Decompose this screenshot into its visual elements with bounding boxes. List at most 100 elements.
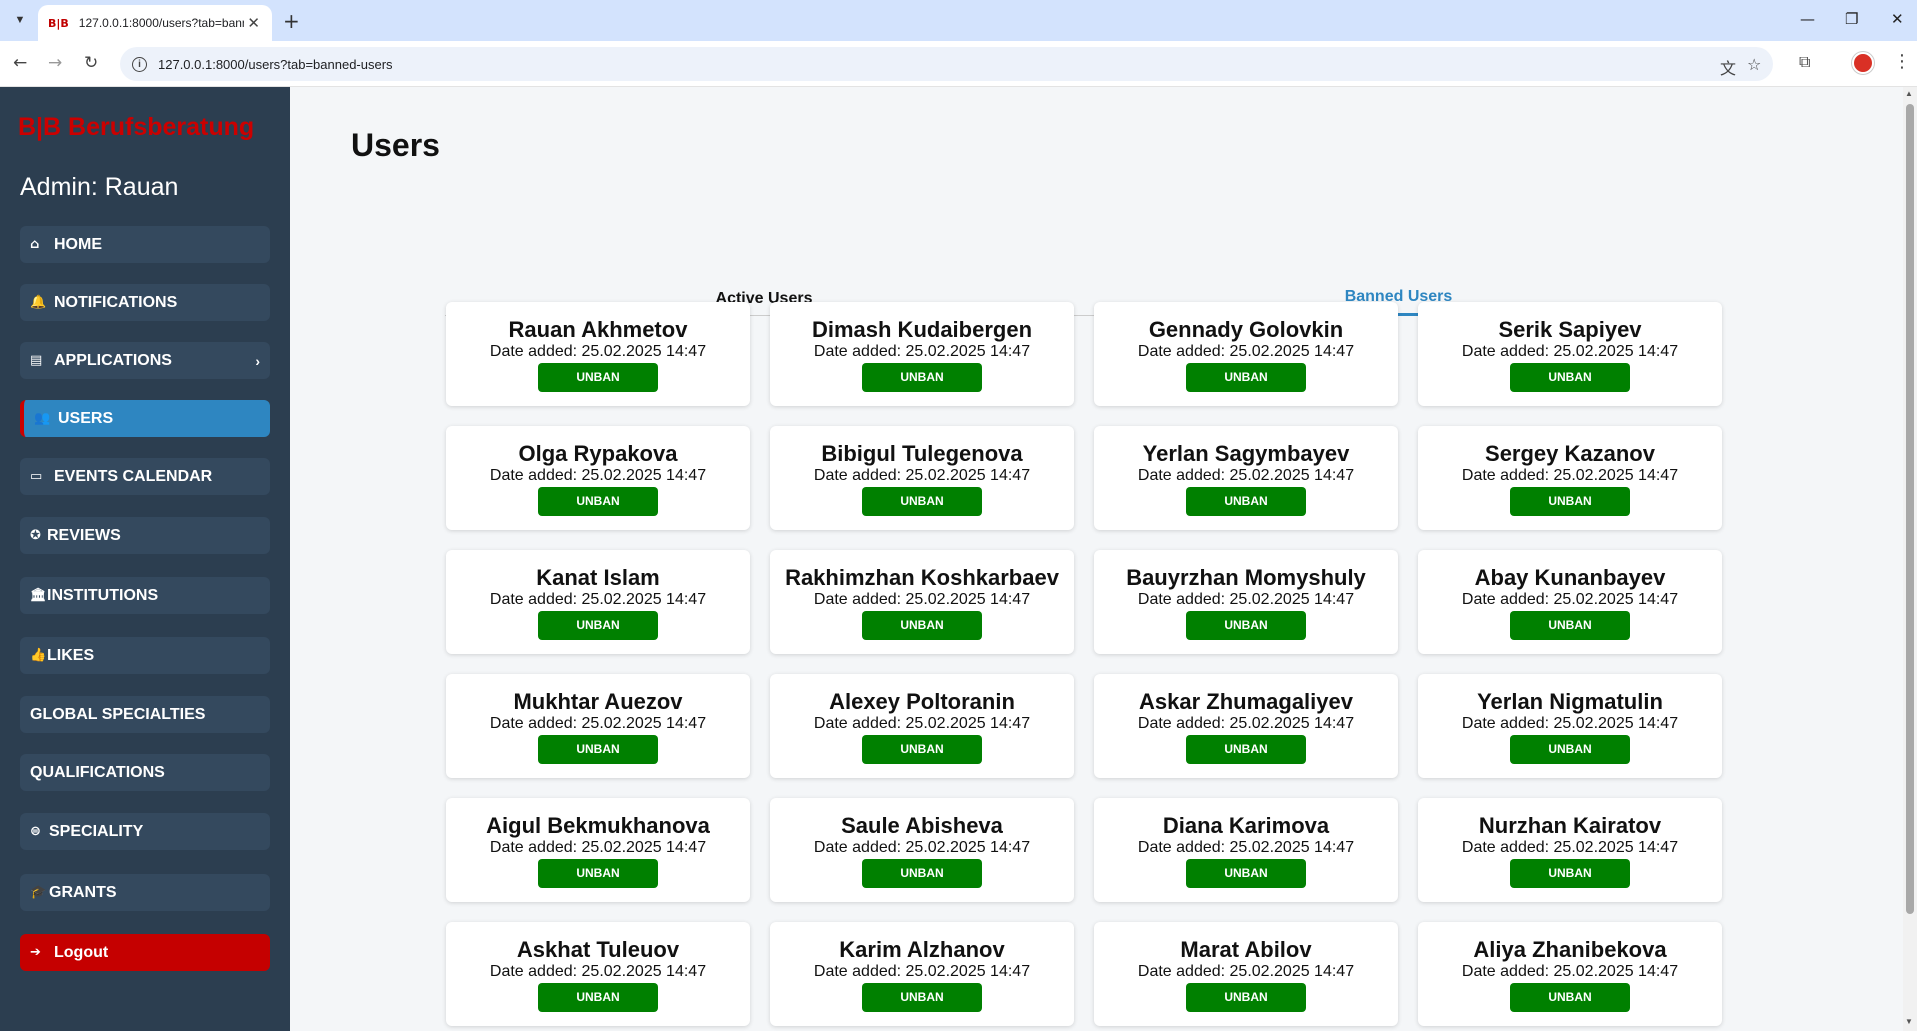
user-name: Bauyrzhan Momyshuly — [1126, 565, 1366, 590]
main-content: Users Active Users Banned Users Rauan Ak… — [290, 87, 1897, 1031]
user-name: Mukhtar Auezov — [513, 689, 683, 714]
sidebar-item-reviews[interactable]: ✪ REVIEWS — [20, 517, 270, 554]
user-name: Gennady Golovkin — [1148, 317, 1344, 342]
sidebar-item-global-specialties[interactable]: GLOBAL SPECIALTIES — [20, 696, 270, 733]
unban-button[interactable]: UNBAN — [1510, 859, 1630, 888]
date-added: Date added: 25.02.2025 14:47 — [813, 467, 1031, 484]
browser-toolbar: ← → ↻ i 127.0.0.1:8000/users?tab=banned-… — [0, 41, 1917, 87]
window-close-icon[interactable]: ✕ — [1891, 10, 1904, 28]
unban-button[interactable]: UNBAN — [862, 487, 982, 516]
brand-logo[interactable]: B|B Berufsberatung — [18, 113, 254, 142]
unban-button[interactable]: UNBAN — [1186, 983, 1306, 1012]
tab-search-chevron-icon[interactable]: ▼ — [8, 8, 32, 32]
sidebar-item-speciality[interactable]: ⊜ SPECIALITY — [20, 813, 270, 850]
star-circle-icon: ✪ — [30, 528, 41, 543]
user-card: Nurzhan Kairatov Date added: 25.02.2025 1… — [1418, 798, 1722, 902]
unban-button[interactable]: UNBAN — [538, 735, 658, 764]
user-card: Rakhimzhan Koshkarbaev Date added: 25.02.… — [770, 550, 1074, 654]
unban-button[interactable]: UNBAN — [1186, 487, 1306, 516]
date-added: Date added: 25.02.2025 14:47 — [1461, 343, 1679, 360]
profile-avatar[interactable] — [1852, 52, 1874, 74]
unban-button[interactable]: UNBAN — [538, 487, 658, 516]
user-card: Askhat Tuleuov Date added: 25.02.2025 14:… — [446, 922, 750, 1026]
translate-icon[interactable]: 文 — [1720, 55, 1736, 79]
scroll-down-icon[interactable]: ▼ — [1905, 1017, 1913, 1026]
sidebar-item-grants[interactable]: 🎓 GRANTS — [20, 874, 270, 911]
sidebar: B|B Berufsberatung Admin: Rauan ⌂ HOME 🔔… — [0, 87, 290, 1031]
unban-button[interactable]: UNBAN — [862, 859, 982, 888]
user-name: Dimash Kudaibergen — [811, 317, 1033, 342]
user-card: Sergey Kazanov Date added: 25.02.2025 14:… — [1418, 426, 1722, 530]
institution-icon: 🏛 — [30, 588, 47, 603]
address-bar[interactable]: i 127.0.0.1:8000/users?tab=banned-users … — [120, 47, 1773, 81]
browser-tab[interactable]: B|B 127.0.0.1:8000/users?tab=banned-user… — [38, 5, 272, 41]
scroll-thumb[interactable] — [1906, 104, 1914, 914]
user-card: Saule Abisheva Date added: 25.02.2025 14:… — [770, 798, 1074, 902]
close-tab-icon[interactable]: ✕ — [247, 14, 260, 32]
scroll-up-icon[interactable]: ▲ — [1905, 89, 1913, 98]
user-card: Olga Rypakova Date added: 25.02.2025 14:4… — [446, 426, 750, 530]
unban-button[interactable]: UNBAN — [862, 735, 982, 764]
user-name: Askar Zhumagaliyev — [1139, 689, 1353, 714]
user-card: Bauyrzhan Momyshuly Date added: 25.02.202… — [1094, 550, 1398, 654]
address-url[interactable]: 127.0.0.1:8000/users?tab=banned-users — [158, 57, 393, 72]
new-tab-icon[interactable]: + — [283, 9, 300, 33]
extensions-icon[interactable]: ⧉ — [1799, 52, 1810, 72]
user-name: Karim Alzhanov — [839, 937, 1005, 962]
bookmark-star-icon[interactable]: ☆ — [1747, 55, 1761, 74]
date-added: Date added: 25.02.2025 14:47 — [489, 963, 707, 980]
date-added: Date added: 25.02.2025 14:47 — [1461, 591, 1679, 608]
user-name: Serik Sapiyev — [1498, 317, 1642, 342]
sidebar-item-home[interactable]: ⌂ HOME — [20, 226, 270, 263]
sidebar-item-notifications[interactable]: 🔔 NOTIFICATIONS — [20, 284, 270, 321]
unban-button[interactable]: UNBAN — [538, 859, 658, 888]
unban-button[interactable]: UNBAN — [862, 363, 982, 392]
unban-button[interactable]: UNBAN — [1186, 735, 1306, 764]
reload-icon[interactable]: ↻ — [84, 53, 98, 73]
sidebar-item-applications[interactable]: ▤ APPLICATIONS › — [20, 342, 270, 379]
unban-button[interactable]: UNBAN — [1510, 611, 1630, 640]
unban-button[interactable]: UNBAN — [1186, 859, 1306, 888]
minimize-icon[interactable]: — — [1800, 10, 1815, 28]
user-card: Yerlan Sagymbayev Date added: 25.02.2025 … — [1094, 426, 1398, 530]
unban-button[interactable]: UNBAN — [862, 983, 982, 1012]
date-added: Date added: 25.02.2025 14:47 — [489, 467, 707, 484]
logout-button[interactable]: ➔ Logout — [20, 934, 270, 971]
user-name: Yerlan Nigmatulin — [1477, 689, 1663, 714]
unban-button[interactable]: UNBAN — [1510, 735, 1630, 764]
site-info-icon[interactable]: i — [132, 56, 147, 72]
date-added: Date added: 25.02.2025 14:47 — [813, 591, 1031, 608]
restore-icon[interactable]: ❐ — [1845, 10, 1858, 28]
sidebar-item-label: INSTITUTIONS — [47, 586, 159, 604]
user-card: Karim Alzhanov Date added: 25.02.2025 14:… — [770, 922, 1074, 1026]
forward-icon[interactable]: → — [48, 53, 62, 73]
page-scrollbar[interactable]: ▲ ▼ — [1903, 87, 1917, 1031]
unban-button[interactable]: UNBAN — [862, 611, 982, 640]
sidebar-item-likes[interactable]: 👍 LIKES — [20, 637, 270, 674]
unban-button[interactable]: UNBAN — [1186, 363, 1306, 392]
sidebar-item-label: EVENTS CALENDAR — [54, 467, 213, 485]
browser-menu-icon[interactable]: ⋮ — [1893, 51, 1911, 72]
chevron-right-icon: › — [255, 352, 260, 369]
user-card: Aigul Bekmukhanova Date added: 25.02.2025… — [446, 798, 750, 902]
unban-button[interactable]: UNBAN — [1510, 487, 1630, 516]
back-icon[interactable]: ← — [13, 53, 27, 73]
user-name: Sergey Kazanov — [1485, 441, 1655, 466]
user-card: Dimash Kudaibergen Date added: 25.02.2025… — [770, 302, 1074, 406]
user-card: Abay Kunanbayev Date added: 25.02.2025 14… — [1418, 550, 1722, 654]
unban-button[interactable]: UNBAN — [538, 363, 658, 392]
unban-button[interactable]: UNBAN — [1186, 611, 1306, 640]
unban-button[interactable]: UNBAN — [538, 611, 658, 640]
sidebar-item-institutions[interactable]: 🏛 INSTITUTIONS — [20, 577, 270, 614]
banned-users-grid: Rauan Akhmetov Date added: 25.02.2025 14:… — [446, 302, 1722, 1026]
sidebar-item-users[interactable]: 👥 USERS — [20, 400, 270, 437]
sidebar-item-qualifications[interactable]: QUALIFICATIONS — [20, 754, 270, 791]
unban-button[interactable]: UNBAN — [538, 983, 658, 1012]
user-name: Bibigul Tulegenova — [821, 441, 1023, 466]
unban-button[interactable]: UNBAN — [1510, 363, 1630, 392]
unban-button[interactable]: UNBAN — [1510, 983, 1630, 1012]
sidebar-item-events-calendar[interactable]: ▭ EVENTS CALENDAR — [20, 458, 270, 495]
sidebar-item-label: USERS — [58, 409, 114, 427]
user-card: Bibigul Tulegenova Date added: 25.02.2025… — [770, 426, 1074, 530]
user-name: Olga Rypakova — [518, 441, 678, 466]
